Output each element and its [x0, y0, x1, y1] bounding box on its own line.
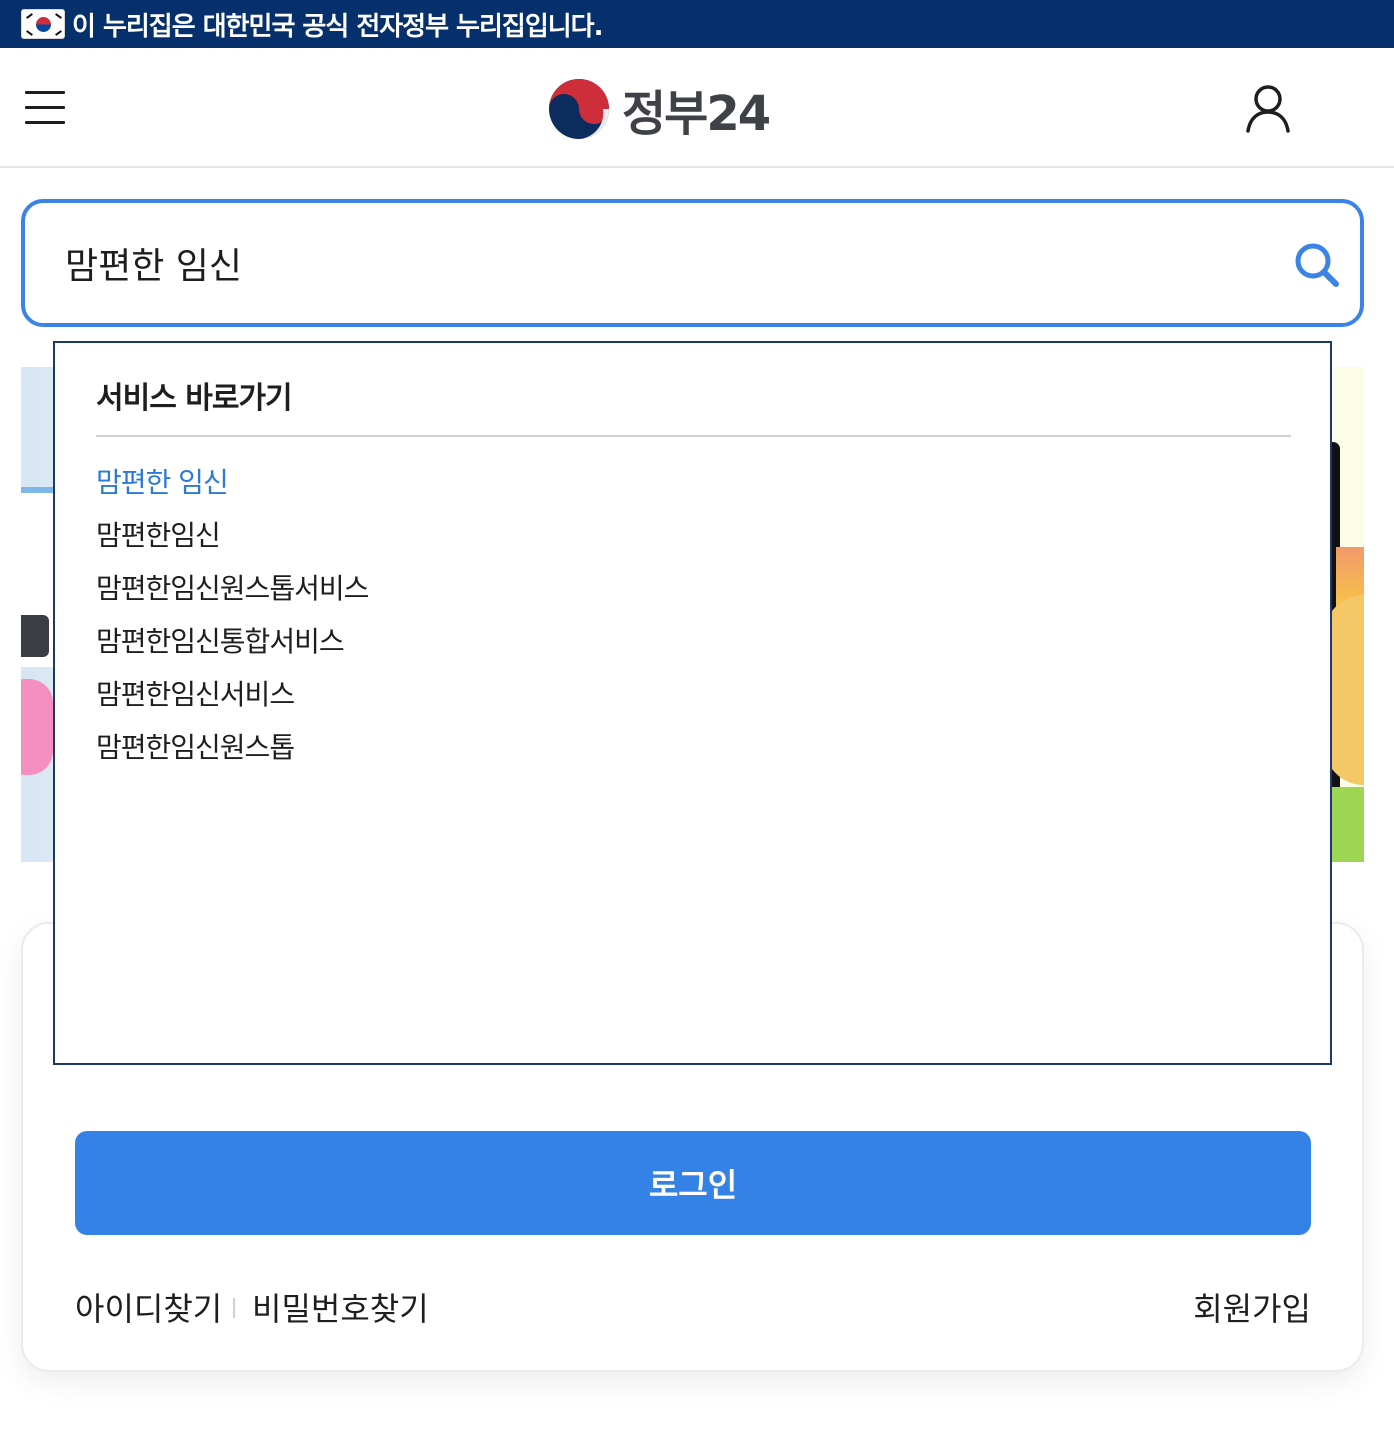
- suggestion-item[interactable]: 맘편한임신원스톱: [96, 726, 368, 779]
- taeguk-emblem-icon: [549, 79, 609, 139]
- search-input[interactable]: [65, 233, 1245, 293]
- find-password-link[interactable]: 비밀번호찾기: [252, 1284, 429, 1330]
- site-header: 정부24: [0, 48, 1394, 168]
- search-suggestions-dropdown: 서비스 바로가기 맘편한 임신 맘편한임신 맘편한임신원스톱서비스 맘편한임신통…: [53, 341, 1332, 1065]
- menu-icon[interactable]: [25, 89, 65, 127]
- suggestion-item[interactable]: 맘편한임신서비스: [96, 673, 368, 726]
- find-id-link[interactable]: 아이디찾기: [75, 1284, 222, 1330]
- login-button[interactable]: 로그인: [75, 1131, 1311, 1235]
- suggestions-title: 서비스 바로가기: [96, 381, 293, 416]
- suggestion-item[interactable]: 맘편한임신통합서비스: [96, 620, 368, 673]
- search-icon[interactable]: [1293, 241, 1341, 289]
- suggestion-item[interactable]: 맘편한임신: [96, 514, 368, 567]
- search-box: [21, 199, 1364, 327]
- login-links: 아이디찾기 비밀번호찾기 회원가입: [75, 1284, 1311, 1328]
- suggestions-list: 맘편한 임신 맘편한임신 맘편한임신원스톱서비스 맘편한임신통합서비스 맘편한임…: [96, 461, 369, 779]
- link-divider: [233, 1298, 235, 1318]
- banner-illustration-pink: [21, 679, 53, 775]
- site-logo[interactable]: 정부24: [548, 78, 771, 142]
- signup-link[interactable]: 회원가입: [1193, 1284, 1311, 1330]
- banner-grass: [1330, 787, 1364, 862]
- suggestions-divider: [96, 435, 1291, 437]
- gov-official-banner: 이 누리집은 대한민국 공식 전자정부 누리집입니다.: [0, 0, 1394, 48]
- banner-card-dark: [21, 615, 49, 657]
- suggestion-item[interactable]: 맘편한임신원스톱서비스: [96, 567, 369, 620]
- suggestion-item[interactable]: 맘편한 임신: [96, 461, 368, 514]
- user-icon[interactable]: [1244, 84, 1292, 134]
- gov-banner-text: 이 누리집은 대한민국 공식 전자정부 누리집입니다.: [72, 11, 603, 42]
- logo-text: 정부24: [622, 86, 771, 142]
- korean-flag-icon: [21, 9, 65, 39]
